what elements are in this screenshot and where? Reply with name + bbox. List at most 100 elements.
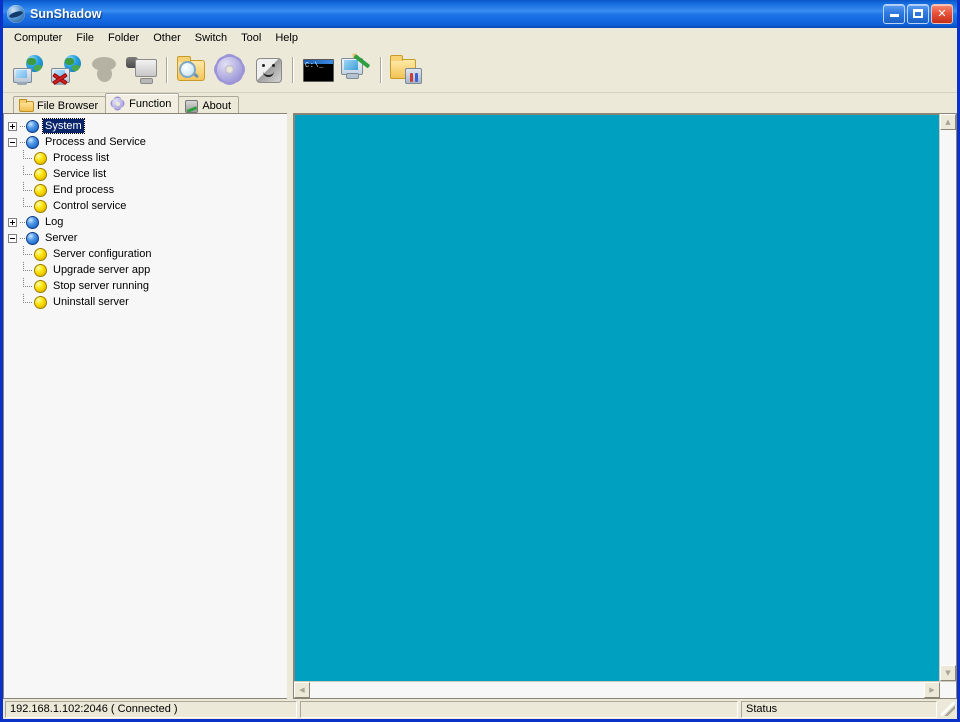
menu-folder[interactable]: Folder: [101, 30, 146, 46]
vertical-scrollbar[interactable]: ▲ ▼: [939, 114, 956, 681]
tree-node[interactable]: Process list: [8, 150, 287, 166]
tree-line: [20, 182, 34, 198]
tree-node-label: Server configuration: [51, 247, 153, 261]
maximize-button[interactable]: [907, 4, 929, 24]
tree-node[interactable]: Log: [8, 214, 287, 230]
minimize-icon: [884, 9, 904, 20]
toolbar-connect-button[interactable]: [9, 51, 47, 89]
connect-computer-icon: [12, 55, 44, 85]
blue-ball-icon: [26, 216, 39, 229]
yellow-ball-icon: [34, 200, 47, 213]
yellow-ball-icon: [34, 296, 47, 309]
menu-switch[interactable]: Switch: [188, 30, 234, 46]
status-connection: 192.168.1.102:2046 ( Connected ): [5, 701, 297, 718]
menu-help[interactable]: Help: [268, 30, 305, 46]
toolbar-file-search-button[interactable]: [173, 51, 211, 89]
tree-node[interactable]: Upgrade server app: [8, 262, 287, 278]
tree-node-label: Stop server running: [51, 279, 151, 293]
tab-bar: File Browser Function About: [3, 93, 957, 113]
close-button[interactable]: ✕: [931, 4, 953, 24]
menu-other[interactable]: Other: [146, 30, 188, 46]
collapse-icon[interactable]: [8, 138, 17, 147]
status-bar: 192.168.1.102:2046 ( Connected ) Status: [3, 699, 957, 719]
menu-computer[interactable]: Computer: [7, 30, 69, 46]
function-tree: SystemProcess and ServiceProcess listSer…: [4, 114, 287, 310]
close-icon: ✕: [932, 8, 952, 19]
collapse-icon[interactable]: [8, 234, 17, 243]
folder-tools-icon: [390, 55, 422, 85]
tab-about[interactable]: About: [178, 96, 239, 114]
menu-file[interactable]: File: [69, 30, 101, 46]
tree-node[interactable]: Control service: [8, 198, 287, 214]
tree-node[interactable]: End process: [8, 182, 287, 198]
toolbar-folder-tools-button[interactable]: [387, 51, 425, 89]
tree-node[interactable]: Process and Service: [8, 134, 287, 150]
tree-node-label: Log: [43, 215, 65, 229]
scroll-down-button[interactable]: ▼: [940, 665, 956, 681]
tab-function[interactable]: Function: [105, 93, 179, 113]
toolbar-finder-button[interactable]: [249, 51, 287, 89]
toolbar-cloud-button[interactable]: [85, 51, 123, 89]
toolbar-command-shell-button[interactable]: C:\_: [299, 51, 337, 89]
maximize-icon: [908, 9, 928, 21]
remote-screen-icon: [126, 55, 158, 85]
blue-ball-icon: [26, 232, 39, 245]
application-window: SunShadow ✕ Computer File Folder Other S…: [0, 0, 960, 722]
folder-icon: [19, 99, 33, 112]
minimize-button[interactable]: [883, 4, 905, 24]
tree-line: [20, 118, 26, 134]
tree-node[interactable]: Stop server running: [8, 278, 287, 294]
tree-node-label: Uninstall server: [51, 295, 131, 309]
toolbar-separator: [292, 57, 294, 83]
window-controls: ✕: [883, 4, 953, 24]
tree-node[interactable]: Service list: [8, 166, 287, 182]
tree-line: [20, 150, 34, 166]
tree-line: [20, 262, 34, 278]
tree-node-label: Server: [43, 231, 79, 245]
tree-line: [20, 198, 34, 214]
toolbar-remote-screen-button[interactable]: [123, 51, 161, 89]
expand-icon[interactable]: [8, 122, 17, 131]
function-tree-panel[interactable]: SystemProcess and ServiceProcess listSer…: [3, 113, 287, 699]
grey-cloud-icon: [88, 55, 120, 85]
tree-node-label: System: [43, 119, 84, 133]
yellow-ball-icon: [34, 264, 47, 277]
tree-node[interactable]: Server configuration: [8, 246, 287, 262]
settings-gear-icon: [214, 55, 246, 85]
client-area: SystemProcess and ServiceProcess listSer…: [3, 113, 957, 699]
resize-grip[interactable]: [941, 702, 955, 716]
scroll-up-button[interactable]: ▲: [940, 114, 956, 130]
toolbar-disconnect-button[interactable]: [47, 51, 85, 89]
mac-face-icon: [252, 55, 284, 85]
tree-node-label: End process: [51, 183, 116, 197]
yellow-ball-icon: [34, 152, 47, 165]
toolbar-remote-control-button[interactable]: [337, 51, 375, 89]
tree-node[interactable]: System: [8, 118, 287, 134]
remote-desktop-canvas[interactable]: [294, 114, 939, 681]
tab-file-browser[interactable]: File Browser: [13, 96, 106, 114]
file-search-icon: [176, 55, 208, 85]
expand-icon[interactable]: [8, 218, 17, 227]
scroll-left-button[interactable]: ◀: [294, 682, 310, 698]
disconnect-computer-icon: [50, 55, 82, 85]
toolbar-separator: [380, 57, 382, 83]
toolbar: C:\_: [3, 48, 957, 93]
blue-ball-icon: [26, 120, 39, 133]
view-panel: ▲ ▼ ◀ ▶: [293, 113, 957, 699]
gear-icon: [111, 97, 125, 110]
window-title: SunShadow: [30, 7, 883, 21]
tree-node-label: Upgrade server app: [51, 263, 152, 277]
toolbar-settings-button[interactable]: [211, 51, 249, 89]
title-bar: SunShadow ✕: [3, 0, 957, 28]
toolbar-separator: [166, 57, 168, 83]
status-middle: [300, 701, 738, 718]
tab-file-browser-label: File Browser: [37, 100, 98, 112]
scroll-right-button[interactable]: ▶: [924, 682, 940, 698]
menu-tool[interactable]: Tool: [234, 30, 268, 46]
app-globe-icon: [7, 5, 25, 23]
tree-node[interactable]: Uninstall server: [8, 294, 287, 310]
tree-node[interactable]: Server: [8, 230, 287, 246]
horizontal-scrollbar[interactable]: ◀ ▶: [294, 681, 956, 698]
tree-line: [20, 134, 26, 150]
tree-line: [20, 214, 26, 230]
